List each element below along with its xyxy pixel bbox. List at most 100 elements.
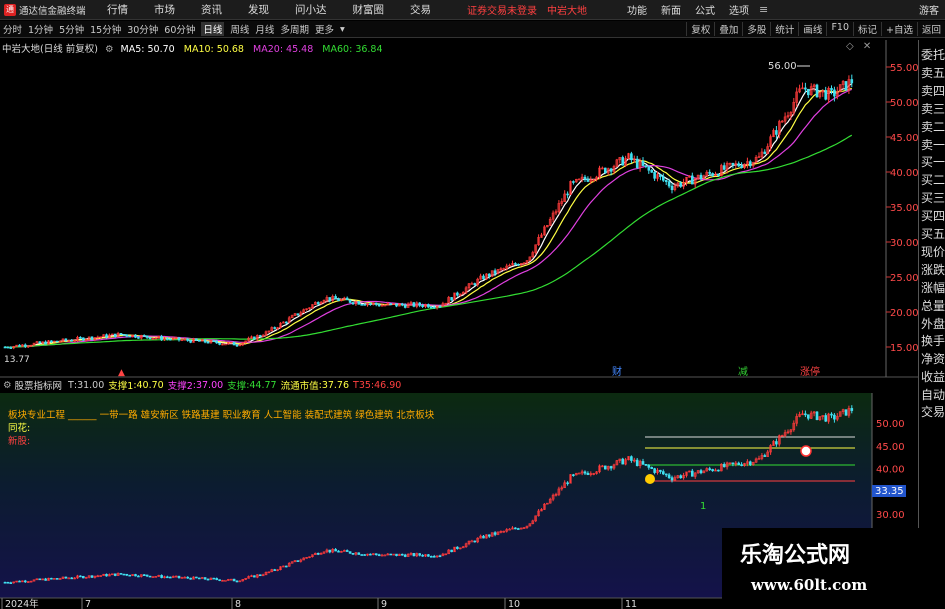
side-panel-item[interactable]: 委托 xyxy=(921,46,945,63)
indicator-candle-body xyxy=(122,573,126,576)
indicator-candle-body xyxy=(667,474,671,478)
price-tick-label: 50.00 xyxy=(890,98,919,109)
candle-body xyxy=(516,264,520,266)
candle-body xyxy=(850,79,854,84)
kline-chart[interactable]: 55.00 50.00 45.00 40.00 35.00 30.00 25.00 20.00… xyxy=(0,0,945,609)
candle-body xyxy=(641,160,645,166)
indicator-candle-body xyxy=(195,576,198,579)
low-price-label: 13.77 xyxy=(4,355,30,365)
candle-body xyxy=(493,270,497,274)
candle-body xyxy=(699,174,703,179)
indicator-name[interactable]: 股票指标网 xyxy=(15,378,63,392)
side-panel-item[interactable]: 买五 xyxy=(921,225,945,242)
indicator-candle-body xyxy=(661,471,665,475)
candle-body xyxy=(6,346,10,349)
auto-trade-item[interactable]: 自动 xyxy=(921,386,945,403)
indicator-candle-body xyxy=(664,473,668,476)
indicator-candle-body xyxy=(125,573,129,576)
candle-body xyxy=(400,303,404,306)
side-panel-item[interactable]: 卖一 xyxy=(921,136,945,153)
indicator-candle-body xyxy=(90,575,94,578)
indicator-candle-body xyxy=(160,575,163,578)
date-tick-label: 2024年 xyxy=(5,598,39,609)
candle-body xyxy=(659,174,662,178)
side-panel-item[interactable]: 卖三 xyxy=(921,100,945,117)
side-panel-item[interactable]: 买一 xyxy=(921,153,945,170)
side-panel-item[interactable]: 卖二 xyxy=(921,118,945,135)
side-panel-item[interactable]: 涨幅 xyxy=(921,279,945,296)
indicator-candle-body xyxy=(722,464,726,468)
indicator-candle-body xyxy=(253,575,256,578)
candle-body xyxy=(737,163,741,167)
indicator-candle-body xyxy=(775,441,778,445)
watermark-title: 乐淘公式网 xyxy=(740,542,851,568)
candle-body xyxy=(119,333,123,335)
ma10-label: MA10 xyxy=(183,44,211,55)
indicator-candle-body xyxy=(421,554,424,557)
indicator-candle-body xyxy=(186,576,189,579)
candle-body xyxy=(722,165,726,170)
settings-gear-icon[interactable]: ⚙ xyxy=(105,44,114,55)
candle-body xyxy=(203,339,207,343)
candle-body xyxy=(653,171,656,179)
indicator-candle-body xyxy=(189,577,192,580)
candle-body xyxy=(145,335,149,338)
side-panel-item[interactable]: 卖四 xyxy=(921,82,945,99)
candle-body xyxy=(775,130,778,135)
indicator-candle-body xyxy=(833,414,836,420)
candle-body xyxy=(50,340,53,343)
indicator-candle-body xyxy=(400,553,404,556)
indicator-candle-body xyxy=(403,554,407,557)
side-panel-item[interactable]: 买三 xyxy=(921,189,945,206)
candle-body xyxy=(418,302,422,306)
candle-body xyxy=(830,88,833,91)
candle-body xyxy=(198,340,201,342)
date-axis: 2024年 7 8 9 10 11 xyxy=(1,598,637,609)
concept-list: 一带一路 雄安新区 铁路基建 职业教育 人工智能 装配式建筑 绿色建筑 北京板块 xyxy=(99,410,435,421)
side-panel-item[interactable]: 换手 xyxy=(921,332,945,349)
side-panel-item[interactable]: 现价 xyxy=(921,243,945,260)
side-panel-item[interactable]: 涨跌 xyxy=(921,261,945,278)
indicator-candle-body xyxy=(169,576,172,579)
side-panel-item[interactable]: 卖五 xyxy=(921,64,945,81)
indicator-candle-body xyxy=(844,409,848,416)
candle-body xyxy=(70,339,73,342)
main-chart-bg xyxy=(0,55,886,377)
side-panel-item[interactable]: 买二 xyxy=(921,171,945,188)
side-panel-item[interactable]: 买四 xyxy=(921,207,945,224)
candle-body xyxy=(82,337,85,341)
side-panel-item[interactable]: 外盘 xyxy=(921,315,945,332)
indicator-candle-body xyxy=(363,554,366,556)
candle-body xyxy=(708,171,712,174)
candle-body xyxy=(360,304,364,306)
candle-body xyxy=(647,166,651,171)
indicator-gear-icon[interactable]: ⚙ xyxy=(3,380,12,391)
candle-body xyxy=(661,176,665,181)
indicator-candle-body xyxy=(374,553,378,555)
close-chart-icon[interactable]: ✕ xyxy=(863,41,871,52)
indicator-candle-body xyxy=(740,464,743,466)
indicator-candle-body xyxy=(44,578,47,581)
indicator-candle-body xyxy=(55,578,59,580)
candle-body xyxy=(44,341,47,345)
indicator-header: ⚙ 股票指标网 T: 31.00 支撑1: 40.70 支撑2: 37.00 支… xyxy=(0,378,918,392)
candle-body xyxy=(38,341,42,344)
candle-body xyxy=(351,302,355,305)
candle-body xyxy=(105,334,108,338)
auto-trade-item[interactable]: 交易 xyxy=(921,403,945,420)
diamond-icon[interactable]: ◇ xyxy=(846,41,854,52)
indicator-candle-body xyxy=(18,580,21,583)
field-support1-value: 40.70 xyxy=(136,379,164,391)
indicator-candle-body xyxy=(316,552,320,555)
indicator-candle-body xyxy=(804,413,807,416)
side-panel-item[interactable]: 总量 xyxy=(921,297,945,314)
side-panel-item[interactable]: 收益 xyxy=(921,368,945,385)
indicator-candle-body xyxy=(438,555,442,558)
price-tick-label: 55.00 xyxy=(890,63,919,74)
candle-body xyxy=(328,297,332,301)
indicator-candle-body xyxy=(815,411,819,420)
indicator-candle-body xyxy=(232,578,236,582)
event-marker-small: ▲ xyxy=(118,368,125,378)
indicator-candle-body xyxy=(235,580,239,583)
side-panel-item[interactable]: 净资 xyxy=(921,350,945,367)
